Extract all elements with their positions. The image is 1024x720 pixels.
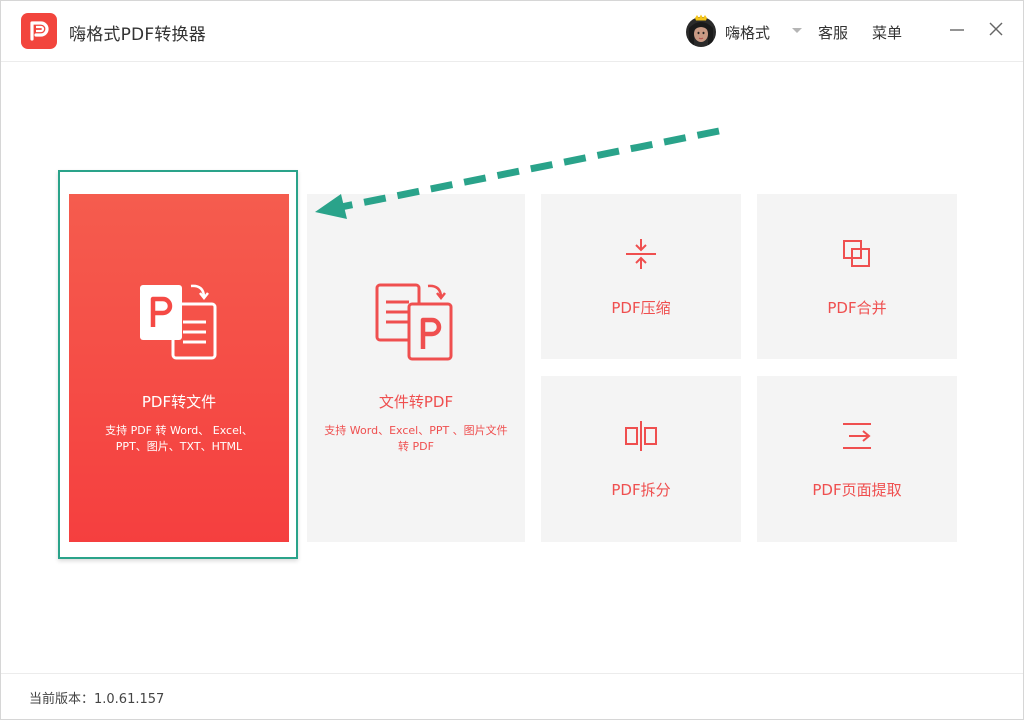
tile-title: 文件转PDF [378,393,454,411]
tile-label: PDF页面提取 [812,481,902,499]
dashed-arrow-annotation [315,127,720,219]
tile-label: PDF拆分 [611,481,671,499]
tile-title: PDF转文件 [141,393,217,411]
version-text: 当前版本：1.0.61.157 [29,692,165,707]
extract-icon [843,423,871,449]
split-icon [625,421,657,451]
pdf-extract-tile[interactable]: PDF页面提取 [757,376,957,542]
app-window: 嗨格式PDF转换器 嗨格式 客服 菜单 PDF转文件 支持 PDF 转 Word… [0,0,1024,720]
tile-description: 支持 Word、Excel、PPT 、图片文件转 PDF [324,424,508,453]
tile-description: 支持 PDF 转 Word、 Excel、PPT、图片、TXT、HTML [105,424,253,453]
footer: 当前版本：1.0.61.157 [1,673,1023,720]
pdf-split-tile[interactable]: PDF拆分 [541,376,741,542]
